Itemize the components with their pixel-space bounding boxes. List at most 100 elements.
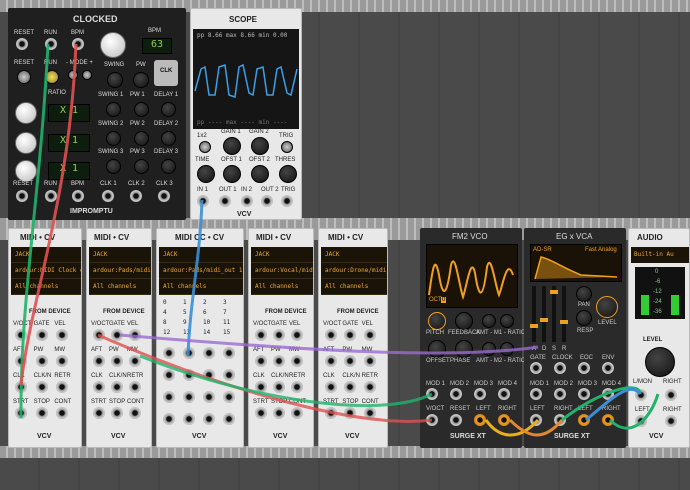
midi-out-jack[interactable] xyxy=(363,381,376,393)
midi-out-jack[interactable] xyxy=(325,355,337,367)
cc-out-jack[interactable] xyxy=(203,391,215,403)
midi-out-jack[interactable] xyxy=(273,355,285,367)
bpm-knob[interactable] xyxy=(100,32,126,58)
cc-out-jack[interactable] xyxy=(223,369,235,381)
right-in-jack[interactable] xyxy=(554,414,566,426)
midi-out-jack[interactable] xyxy=(129,355,141,367)
midi-out-jack[interactable] xyxy=(255,407,267,419)
midi-channel-select[interactable]: All channels xyxy=(159,279,243,295)
reset-jack[interactable] xyxy=(16,38,28,50)
run-out-jack[interactable] xyxy=(45,190,57,202)
midi-out-jack[interactable] xyxy=(273,407,285,419)
midi-out-jack[interactable] xyxy=(344,407,357,419)
midi-out-jack[interactable] xyxy=(93,407,105,419)
mod-3-jack[interactable] xyxy=(474,388,486,400)
time-knob[interactable] xyxy=(197,165,215,183)
level-knob[interactable] xyxy=(645,347,675,377)
midi-out-jack[interactable] xyxy=(35,355,48,367)
midi-out-jack[interactable] xyxy=(35,381,48,393)
midi-channel-select[interactable]: All channels xyxy=(321,279,387,295)
right-in-jack[interactable] xyxy=(665,389,677,401)
cc-out-jack[interactable] xyxy=(163,413,175,425)
m1-amt-knob[interactable] xyxy=(482,314,496,328)
pan-knob[interactable] xyxy=(576,286,592,302)
left-in-jack[interactable] xyxy=(530,414,542,426)
cc-out-jack[interactable] xyxy=(183,369,195,381)
reset-button[interactable] xyxy=(17,70,31,84)
bpm-jack[interactable] xyxy=(72,38,84,50)
audio-device[interactable]: Built-in Au xyxy=(631,247,689,263)
midi-out-jack[interactable] xyxy=(291,329,303,341)
midi-device-select[interactable]: ardour:Pads/midi_o xyxy=(89,263,151,279)
run-button[interactable] xyxy=(45,70,59,84)
phase-knob[interactable] xyxy=(455,340,473,358)
level-knob[interactable] xyxy=(596,296,618,318)
mode-plus-button[interactable] xyxy=(82,70,92,80)
env-jack[interactable] xyxy=(602,362,614,374)
delay-3-knob[interactable] xyxy=(161,159,176,174)
right-out-jack[interactable] xyxy=(665,415,677,427)
m1-ratio-knob[interactable] xyxy=(500,314,514,328)
sustain-slider[interactable] xyxy=(552,286,556,342)
cc-out-jack[interactable] xyxy=(163,369,175,381)
cc-out-jack[interactable] xyxy=(223,347,235,359)
decay-slider[interactable] xyxy=(542,286,546,342)
slider-handle[interactable] xyxy=(550,290,558,294)
midi-driver-select[interactable]: JACK xyxy=(89,247,151,263)
midi-out-jack[interactable] xyxy=(129,329,141,341)
swing-knob[interactable] xyxy=(107,72,123,88)
gate-jack[interactable] xyxy=(530,362,542,374)
resp-knob[interactable] xyxy=(576,310,592,326)
m2-amt-knob[interactable] xyxy=(482,342,496,356)
clock-jack[interactable] xyxy=(554,362,566,374)
swing-2-knob[interactable] xyxy=(106,131,121,146)
midi-out-jack[interactable] xyxy=(111,407,123,419)
midi-driver-select[interactable]: JACK xyxy=(251,247,313,263)
midi-out-jack[interactable] xyxy=(56,355,69,367)
out-2-jack[interactable] xyxy=(261,195,273,207)
trig-jack[interactable] xyxy=(281,195,293,207)
midi-device-select[interactable]: ardour:Vocal/midi_o xyxy=(251,263,313,279)
midi-out-jack[interactable] xyxy=(111,329,123,341)
slider-handle[interactable] xyxy=(560,320,568,324)
left-out-jack[interactable] xyxy=(635,415,647,427)
mod-1-jack[interactable] xyxy=(530,388,542,400)
midi-out-jack[interactable] xyxy=(93,329,105,341)
cc-out-jack[interactable] xyxy=(183,347,195,359)
midi-out-jack[interactable] xyxy=(273,329,285,341)
midi-out-jack[interactable] xyxy=(93,381,105,393)
midi-device-select[interactable]: ardour:MIDI Clock o xyxy=(11,263,81,279)
ratio-knob-1[interactable] xyxy=(15,102,37,124)
pw-3-knob[interactable] xyxy=(134,159,149,174)
attack-slider[interactable] xyxy=(532,286,536,342)
bpm-out-jack[interactable] xyxy=(72,190,84,202)
midi-out-jack[interactable] xyxy=(291,355,303,367)
mode-minus-button[interactable] xyxy=(68,70,78,80)
midi-out-jack[interactable] xyxy=(363,329,376,341)
in-1-jack[interactable] xyxy=(197,195,209,207)
midi-out-jack[interactable] xyxy=(291,381,303,393)
x2-button[interactable] xyxy=(199,141,211,153)
m2-ratio-knob[interactable] xyxy=(500,342,514,356)
reset-out-jack[interactable] xyxy=(16,190,28,202)
midi-channel-select[interactable]: All channels xyxy=(89,279,151,295)
run-jack[interactable] xyxy=(45,38,57,50)
cc-out-jack[interactable] xyxy=(223,391,235,403)
mod-2-jack[interactable] xyxy=(450,388,462,400)
midi-out-jack[interactable] xyxy=(93,355,105,367)
midi-out-jack[interactable] xyxy=(35,407,48,419)
clk1-out-jack[interactable] xyxy=(102,190,114,202)
out-1-jack[interactable] xyxy=(219,195,231,207)
cc-out-jack[interactable] xyxy=(183,413,195,425)
in-2-jack[interactable] xyxy=(241,195,253,207)
midi-out-jack[interactable] xyxy=(111,355,123,367)
slider-handle[interactable] xyxy=(530,324,538,328)
midi-out-jack[interactable] xyxy=(35,329,48,341)
mod-3-jack[interactable] xyxy=(578,388,590,400)
mon-jack[interactable] xyxy=(635,389,647,401)
mod-4-jack[interactable] xyxy=(498,388,510,400)
midi-out-jack[interactable] xyxy=(111,381,123,393)
midi-device-select[interactable]: ardour:Drone/midi_o xyxy=(321,263,387,279)
ratio-knob-2[interactable] xyxy=(15,132,37,154)
midi-device-select[interactable]: ardour:Pads/midi_out 1 xyxy=(159,263,243,279)
